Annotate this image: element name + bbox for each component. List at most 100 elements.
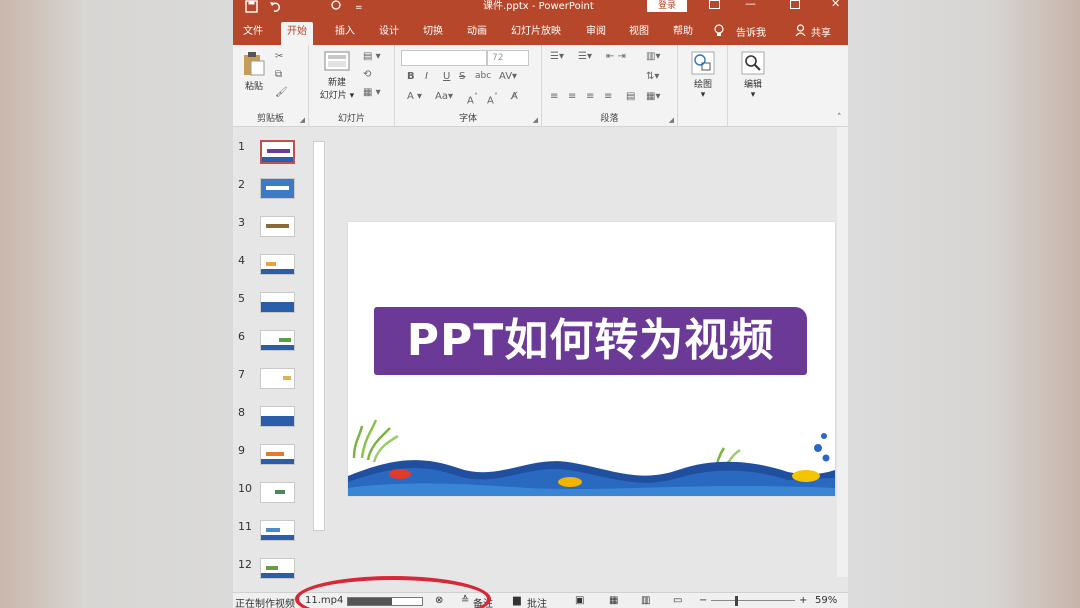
zoom-level[interactable]: 59%: [815, 595, 837, 606]
clipboard-launcher-icon[interactable]: ◢: [300, 116, 305, 124]
normal-view-icon[interactable]: ▣: [575, 595, 584, 606]
editor-scrollbar[interactable]: [837, 127, 848, 577]
slide-thumbnail[interactable]: 7: [233, 368, 313, 396]
slide-thumbnail[interactable]: 8: [233, 406, 313, 434]
tab-review[interactable]: 审阅: [580, 22, 612, 45]
zoom-slider-thumb[interactable]: [735, 596, 738, 606]
shrink-font-icon[interactable]: A˅: [487, 91, 498, 106]
slide-thumbnail[interactable]: 9: [233, 444, 313, 472]
shadow-button[interactable]: abc: [475, 71, 491, 81]
current-slide[interactable]: PPT如何转为视频: [348, 222, 835, 496]
tell-me-search[interactable]: 告诉我: [736, 24, 766, 39]
collapse-ribbon-icon[interactable]: ˄: [837, 113, 842, 123]
slide-thumbnail[interactable]: 4: [233, 254, 313, 282]
italic-button[interactable]: I: [425, 71, 428, 82]
slide-thumbnail[interactable]: 10: [233, 482, 313, 510]
align-right-icon[interactable]: ≡: [586, 91, 594, 102]
font-launcher-icon[interactable]: ◢: [533, 116, 538, 124]
copy-icon[interactable]: ⧉: [275, 69, 282, 80]
tab-help[interactable]: 帮助: [667, 22, 699, 45]
distribute-icon[interactable]: ▤: [626, 91, 635, 102]
clear-format-icon[interactable]: A̸: [511, 91, 518, 102]
slide-thumbnail[interactable]: 12: [233, 558, 313, 586]
numbering-icon[interactable]: ☰▾: [578, 51, 592, 62]
slide-thumbnail[interactable]: 2: [233, 178, 313, 206]
slide-thumbnail[interactable]: 6: [233, 330, 313, 358]
close-icon[interactable]: ✕: [831, 0, 840, 9]
customize-toolbar-icon[interactable]: =: [355, 0, 363, 18]
bullets-icon[interactable]: ☰▾: [550, 51, 564, 62]
editing-button[interactable]: 编辑 ▾: [736, 51, 770, 100]
zoom-out-icon[interactable]: −: [699, 595, 707, 606]
shapes-icon: [691, 51, 715, 75]
layout-icon[interactable]: ▤ ▾: [363, 51, 381, 62]
login-button[interactable]: 登录: [647, 0, 687, 12]
slide-thumbnail[interactable]: 1: [233, 140, 313, 168]
justify-icon[interactable]: ≡: [604, 91, 612, 102]
align-center-icon[interactable]: ≡: [568, 91, 576, 102]
ocean-wave-graphic: [348, 419, 835, 496]
slide-thumbnail[interactable]: 3: [233, 216, 313, 244]
strikethrough-button[interactable]: S: [459, 71, 465, 82]
slide-thumbnail[interactable]: 5: [233, 292, 313, 320]
grow-font-icon[interactable]: A˄: [467, 91, 478, 106]
paragraph-launcher-icon[interactable]: ◢: [669, 116, 674, 124]
save-icon[interactable]: [245, 0, 258, 18]
font-group: 72 B I U S abc AV▾ A ▾ Aa▾ A˄ A˅ A̸ 字体 ◢: [395, 45, 542, 127]
slide-thumbnail[interactable]: 11: [233, 520, 313, 548]
format-painter-icon[interactable]: 🖌: [275, 87, 288, 98]
reset-icon[interactable]: ⟲: [363, 69, 371, 80]
share-button[interactable]: 共享: [811, 24, 831, 39]
indent-icon[interactable]: ⇤ ⇥: [606, 51, 626, 62]
font-name-input[interactable]: [401, 50, 487, 66]
paste-button[interactable]: 粘贴: [239, 51, 269, 92]
new-slide-button[interactable]: 新建 幻灯片 ▾: [315, 51, 359, 101]
comments-icon[interactable]: ▆: [513, 595, 521, 606]
thumbnails-scrollbar[interactable]: [313, 141, 325, 531]
lightbulb-icon[interactable]: [714, 24, 724, 40]
clipboard-label: 剪贴板: [256, 114, 284, 124]
slide-title[interactable]: PPT如何转为视频: [374, 307, 807, 375]
minimize-icon[interactable]: —: [745, 0, 756, 9]
underline-button[interactable]: U: [443, 71, 450, 82]
touch-mode-icon[interactable]: [329, 0, 343, 18]
zoom-slider[interactable]: [711, 600, 795, 601]
smartart-icon[interactable]: ▦▾: [646, 91, 660, 102]
person-icon[interactable]: [795, 24, 806, 39]
tab-view[interactable]: 视图: [623, 22, 655, 45]
zoom-in-icon[interactable]: +: [799, 595, 807, 606]
slide-editor: PPT如何转为视频: [329, 127, 848, 592]
ribbon-display-icon[interactable]: [709, 0, 720, 11]
comments-button[interactable]: 批注: [527, 595, 547, 608]
align-left-icon[interactable]: ≡: [550, 91, 558, 102]
columns-icon[interactable]: ▥▾: [646, 51, 660, 62]
cut-icon[interactable]: ✂: [275, 51, 283, 62]
slides-group: 新建 幻灯片 ▾ ▤ ▾ ⟲ ▦ ▾ 幻灯片: [309, 45, 395, 127]
slide-thumbnails-pane: 1 2 3 4 5 6 7 8 9 10 11 12: [233, 127, 329, 592]
tab-slideshow[interactable]: 幻灯片放映: [505, 22, 567, 45]
tab-file[interactable]: 文件: [237, 22, 269, 45]
tab-transitions[interactable]: 切换: [417, 22, 449, 45]
section-icon[interactable]: ▦ ▾: [363, 87, 381, 98]
title-bar: = 课件.pptx - PowerPoint 登录 — ✕: [233, 0, 848, 18]
window-title: 课件.pptx - PowerPoint: [483, 1, 594, 12]
tab-animations[interactable]: 动画: [461, 22, 493, 45]
font-color-icon[interactable]: A ▾: [407, 91, 422, 102]
editing-group: 编辑 ▾: [728, 45, 778, 127]
tab-insert[interactable]: 插入: [329, 22, 361, 45]
bold-button[interactable]: B: [407, 71, 415, 82]
tab-home[interactable]: 开始: [281, 22, 313, 45]
drawing-button[interactable]: 绘图 ▾: [686, 51, 720, 100]
font-size-input[interactable]: 72: [487, 50, 529, 66]
maximize-icon[interactable]: [790, 0, 800, 11]
slideshow-view-icon[interactable]: ▭: [673, 595, 682, 606]
change-case-icon[interactable]: Aa▾: [435, 91, 453, 102]
slide-sorter-icon[interactable]: ▦: [609, 595, 618, 606]
char-spacing-icon[interactable]: AV▾: [499, 71, 517, 82]
undo-icon[interactable]: [269, 0, 283, 18]
tab-design[interactable]: 设计: [373, 22, 405, 45]
reading-view-icon[interactable]: ▥: [641, 595, 650, 606]
ribbon: 粘贴 ✂ ⧉ 🖌 剪贴板 ◢ 新建 幻灯片 ▾ ▤ ▾ ⟲ ▦ ▾ 幻灯片 72…: [233, 45, 848, 127]
paste-icon: [244, 52, 265, 76]
text-direction-icon[interactable]: ⇅▾: [646, 71, 659, 82]
